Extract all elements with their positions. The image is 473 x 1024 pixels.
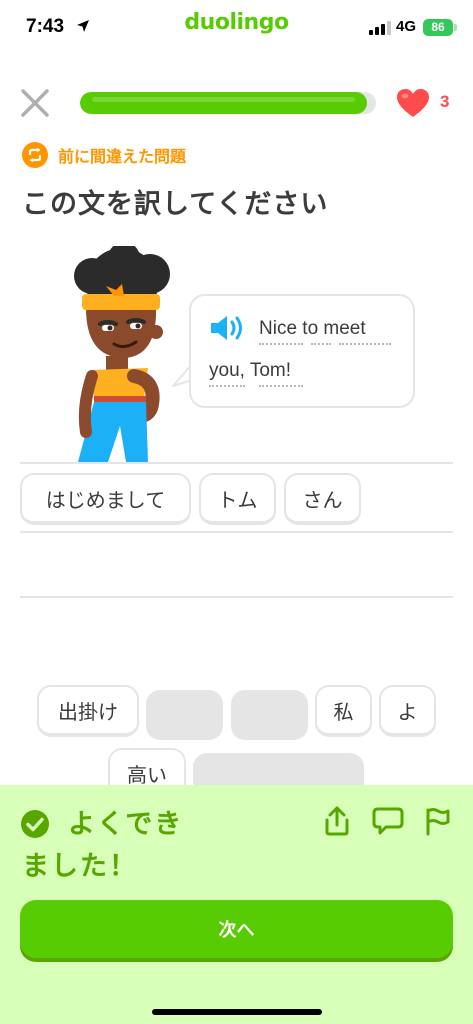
cellular-signal-icon	[369, 21, 391, 35]
hearts-count: 3	[440, 92, 450, 111]
flag-icon[interactable]	[422, 806, 452, 836]
home-indicator[interactable]	[152, 1009, 322, 1015]
feedback-title: よくできました！	[22, 809, 184, 882]
speech-bubble: Nice to meet you, Tom!	[189, 294, 415, 408]
review-badge-label: 前に間違えた問題	[58, 147, 187, 166]
comment-icon[interactable]	[372, 806, 404, 836]
review-badge: 前に間違えた問題	[22, 141, 186, 169]
heart-icon[interactable]	[396, 88, 430, 118]
prompt-title: この文を訳してください	[22, 189, 329, 220]
word-hint-underline	[259, 384, 303, 387]
answer-tile[interactable]: トム	[199, 473, 276, 525]
answer-tile[interactable]: さん	[284, 473, 361, 525]
word-bank-tile[interactable]: 私	[315, 685, 372, 737]
character-illustration	[74, 246, 170, 462]
word-bank-tile[interactable]: 出掛け	[37, 685, 139, 737]
speaker-icon[interactable]	[209, 313, 245, 343]
word-hint-underline	[339, 342, 391, 345]
word-bank-tile[interactable]: よ	[379, 685, 436, 737]
status-bar: 7:43 duolingo 4G 86	[0, 0, 473, 56]
lesson-progress-bar	[80, 92, 376, 114]
battery-tip	[454, 24, 457, 31]
word-bank-empty-slot	[231, 690, 308, 740]
close-icon[interactable]	[20, 88, 50, 118]
answer-line-2	[20, 531, 453, 533]
lesson-progress-fill	[80, 92, 368, 114]
word-hint-underline	[259, 342, 303, 345]
share-icon[interactable]	[322, 805, 352, 837]
network-type: 4G	[396, 18, 417, 35]
battery-level: 86	[423, 19, 453, 36]
answer-line-1	[20, 462, 453, 464]
word-hint-underline	[311, 342, 331, 345]
word-hint-underline	[209, 384, 245, 387]
sentence-line-2[interactable]: you, Tom!	[209, 360, 291, 382]
repeat-icon	[22, 142, 48, 168]
sentence-line-1[interactable]: Nice to meet	[259, 318, 366, 340]
answer-line-3	[20, 596, 453, 598]
answer-tile[interactable]: はじめまして	[20, 473, 191, 525]
word-bank-empty-slot	[146, 690, 223, 740]
continue-button[interactable]: 次へ	[20, 900, 453, 958]
